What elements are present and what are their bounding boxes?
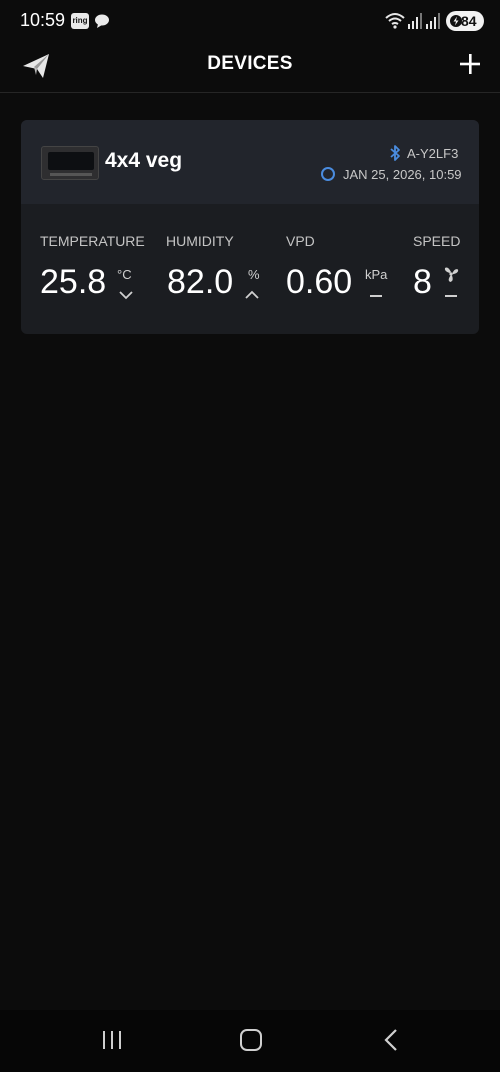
back-icon[interactable] xyxy=(383,1028,399,1052)
speed-label: SPEED xyxy=(413,233,461,249)
page-title: DEVICES xyxy=(207,53,293,74)
device-thumbnail-buttons xyxy=(50,173,92,176)
chevron-down-icon xyxy=(119,291,133,300)
device-card-header: 4x4 veg A-Y2LF3 JAN 25, 2026, 10:59 xyxy=(21,120,479,204)
device-name: 4x4 veg xyxy=(105,149,183,172)
status-time: 10:59 xyxy=(20,10,66,30)
speed-value: 8 xyxy=(413,263,432,301)
vpd-unit: kPa xyxy=(365,267,388,282)
humidity-unit: % xyxy=(248,267,260,282)
add-device-button[interactable] xyxy=(458,52,482,76)
home-icon[interactable] xyxy=(240,1029,262,1051)
temperature-unit: °C xyxy=(117,267,132,282)
device-thumbnail-screen xyxy=(48,152,94,170)
status-bar: 10:59 ring 84 xyxy=(0,0,500,44)
fan-icon xyxy=(444,267,459,282)
chevron-up-icon xyxy=(245,290,259,299)
humidity-label: HUMIDITY xyxy=(166,233,234,249)
steady-trend-icon xyxy=(370,295,382,297)
chat-bubble-icon xyxy=(95,14,109,28)
recents-icon[interactable] xyxy=(101,1030,123,1050)
ring-icon: ring xyxy=(71,13,89,29)
vpd-label: VPD xyxy=(286,233,315,249)
steady-trend-icon xyxy=(445,295,457,297)
device-thumbnail xyxy=(41,146,99,180)
sync-status-icon xyxy=(321,167,335,181)
vpd-value: 0.60 xyxy=(286,263,353,301)
bluetooth-icon xyxy=(390,145,400,161)
signal-icon xyxy=(408,13,422,29)
battery-level: 84 xyxy=(461,13,477,29)
signal-icon xyxy=(426,13,440,29)
device-bluetooth-id: A-Y2LF3 xyxy=(407,146,459,161)
temperature-label: TEMPERATURE xyxy=(40,233,145,249)
battery-icon: 84 xyxy=(446,11,484,31)
temperature-value: 25.8 xyxy=(40,263,107,301)
wifi-icon xyxy=(385,13,405,29)
humidity-value: 82.0 xyxy=(167,263,234,301)
device-card[interactable]: 4x4 veg A-Y2LF3 JAN 25, 2026, 10:59 TEMP… xyxy=(21,120,479,334)
app-header: DEVICES xyxy=(0,44,500,93)
system-nav-bar xyxy=(0,1010,500,1072)
last-sync-time: JAN 25, 2026, 10:59 xyxy=(343,167,462,182)
